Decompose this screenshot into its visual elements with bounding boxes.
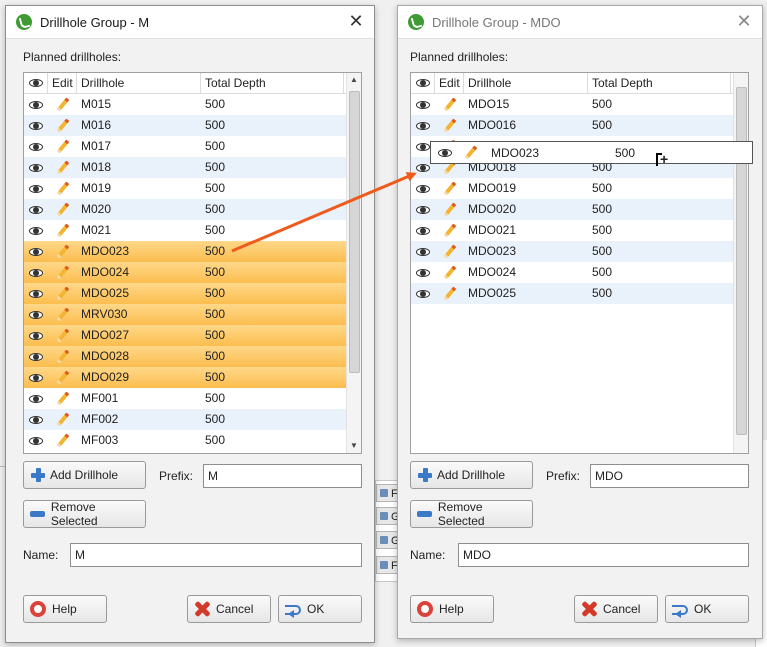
drag-arrow-line (231, 172, 417, 253)
drag-arrow (231, 172, 417, 253)
